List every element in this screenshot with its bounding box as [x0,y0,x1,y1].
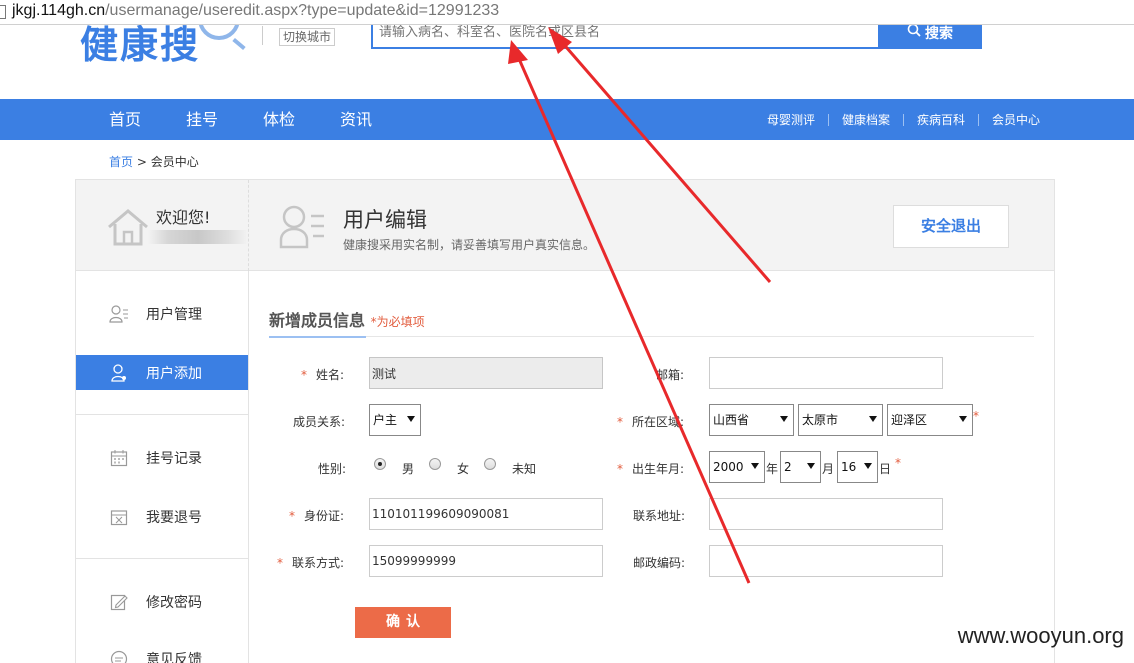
sidebar-item-register-record[interactable]: 挂号记录 [76,440,248,475]
user-list-icon [108,304,130,324]
sidebar-item-change-password[interactable]: 修改密码 [76,584,248,619]
logout-button[interactable]: 安全退出 [893,205,1009,248]
breadcrumb-current: 会员中心 [150,155,199,169]
sidebar-item-cancel-register[interactable]: 我要退号 [76,499,248,534]
gender-unknown-radio[interactable] [484,458,496,470]
address-bar[interactable]: jkgj.114gh.cn/usermanage/useredit.aspx?t… [0,0,1134,25]
email-field[interactable] [709,357,943,389]
user-edit-icon [279,205,324,249]
birth-required-star: * [895,456,901,470]
gender-female-radio[interactable] [429,458,441,470]
username-blurred [148,230,248,244]
relation-select[interactable]: 户主 [369,404,421,436]
nav-health-records[interactable]: 健康档案 [842,111,890,128]
name-label: * 姓名: [301,368,345,382]
panel-header: 欢迎您! 用户编辑 健康搜采用实名制，请妥善填写用户真实信息。 安全退出 [76,180,1054,271]
search-bar: 搜索 [371,22,982,49]
phone-label: * 联系方式: [277,556,345,570]
name-field[interactable] [369,357,603,389]
main-nav: 首页 挂号 体检 资讯 母婴测评 健康档案 疾病百科 会员中心 [0,99,1134,140]
email-label: 邮箱: [656,368,685,382]
required-note: *为必填项 [370,315,425,329]
sidebar-item-feedback[interactable]: 意见反馈 [76,641,248,663]
breadcrumb-home[interactable]: 首页 [109,155,133,169]
home-icon [108,209,148,246]
relation-label: 成员关系: [293,415,346,429]
sidebar-item-user-add[interactable]: 用户添加 [76,355,248,390]
nav-register[interactable]: 挂号 [186,99,263,140]
birth-label: * 出生年月: [617,462,685,476]
gender-label: 性别: [318,462,347,476]
nav-member-center[interactable]: 会员中心 [992,111,1040,128]
url-text[interactable]: jkgj.114gh.cn/usermanage/useredit.aspx?t… [12,2,499,20]
nav-home[interactable]: 首页 [109,99,186,140]
form-title: 新增成员信息 *为必填项 [269,311,425,330]
nav-disease-wiki[interactable]: 疾病百科 [917,111,965,128]
gender-male-radio[interactable] [374,458,386,470]
sidebar: 用户管理 用户添加 挂号记录 我要退号 修改密码 意见反馈 [76,271,249,663]
district-select[interactable]: 迎泽区 [887,404,973,436]
city-select[interactable]: 太原市 [798,404,883,436]
birth-year-select[interactable]: 2000 [709,451,765,483]
search-input[interactable] [379,22,869,42]
confirm-button[interactable]: 确认 [355,607,451,638]
id-card-label: * 身份证: [289,509,345,523]
calendar-icon [108,448,130,468]
sidebar-item-user-manage[interactable]: 用户管理 [76,296,248,331]
search-icon [907,23,921,37]
feedback-icon [108,649,130,663]
birth-month-select[interactable]: 2 [780,451,821,483]
member-panel: 欢迎您! 用户编辑 健康搜采用实名制，请妥善填写用户真实信息。 安全退出 用户管… [75,179,1055,663]
page-title: 用户编辑 [343,208,427,232]
address-field[interactable] [709,498,943,530]
user-add-icon [108,363,130,383]
watermark: www.wooyun.org [957,623,1124,648]
id-card-field[interactable] [369,498,603,530]
calendar-cancel-icon [108,507,130,527]
region-label: * 所在区域: [617,415,685,429]
zip-label: 邮政编码: [633,556,686,570]
page-subtitle: 健康搜采用实名制，请妥善填写用户真实信息。 [343,238,596,252]
welcome-text: 欢迎您! [156,208,211,227]
birth-day-select[interactable]: 16 [837,451,878,483]
region-required-star: * [973,409,979,423]
nav-maternal[interactable]: 母婴测评 [767,111,815,128]
province-select[interactable]: 山西省 [709,404,794,436]
zip-field[interactable] [709,545,943,577]
city-switch[interactable]: 切换城市 [262,26,339,46]
nav-checkup[interactable]: 体检 [263,99,340,140]
address-label: 联系地址: [633,509,686,523]
search-button[interactable]: 搜索 [878,22,982,49]
breadcrumb: 首页 > 会员中心 [109,155,199,169]
page-icon [0,5,6,19]
phone-field[interactable] [369,545,603,577]
nav-news[interactable]: 资讯 [340,99,417,140]
edit-icon [108,592,130,612]
